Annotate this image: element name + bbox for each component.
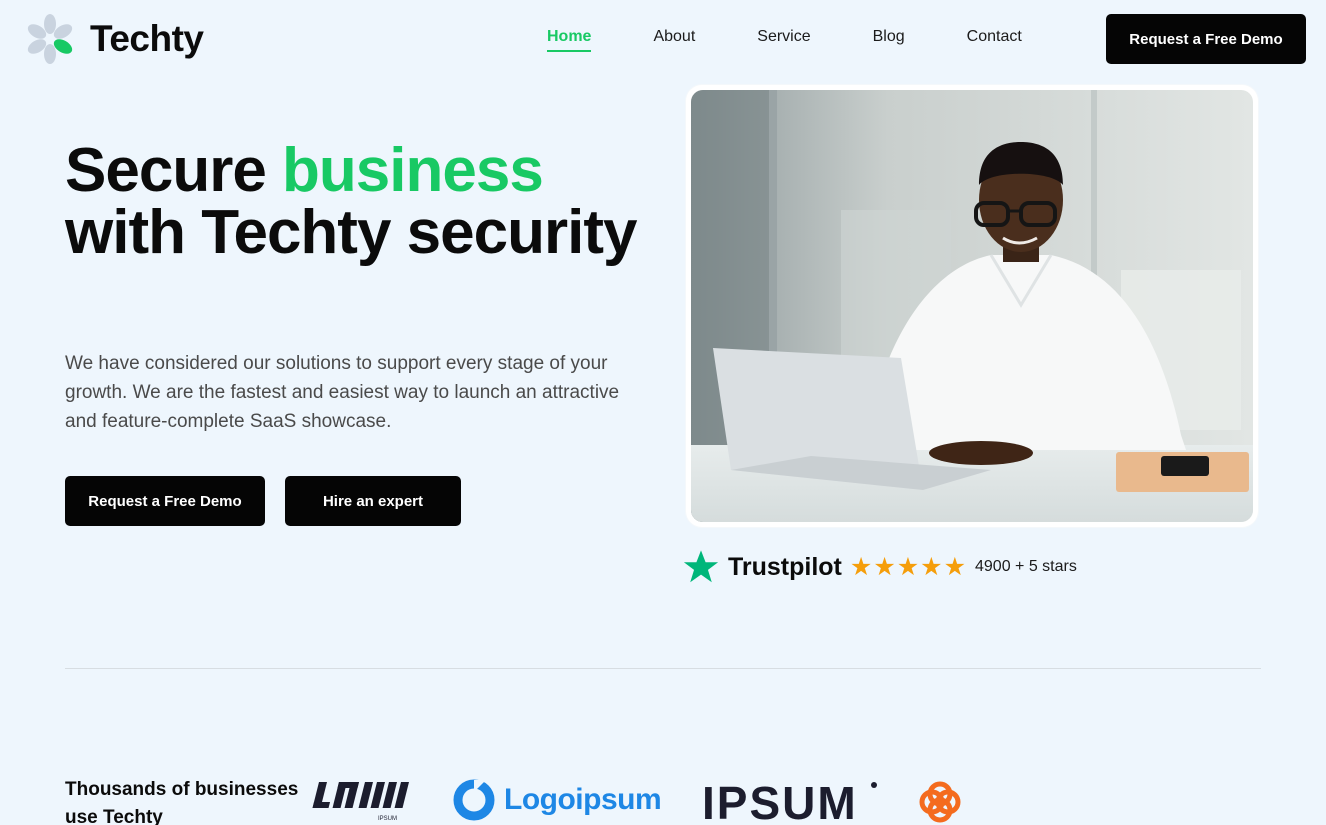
star-icon: ★ [943,552,966,581]
section-divider [65,668,1261,669]
rating-stars: ★ ★ ★ ★ ★ [849,552,967,581]
hero-description: We have considered our solutions to supp… [65,353,620,432]
client-logo-1: IPSUM [308,778,414,825]
logo-ipsum-stripes-icon: IPSUM [312,782,410,822]
nav-blog[interactable]: Blog [873,28,905,52]
nav-contact[interactable]: Contact [967,28,1022,52]
client-logo-4 [918,780,962,825]
client-logo-3: IPSUM [702,777,882,825]
flower-logo-icon [24,12,76,66]
trustpilot-name: Trustpilot [728,552,842,581]
page: Techty Home About Service Blog Contact R… [0,0,1326,825]
hero-title-part2: with Techty security [65,198,637,267]
hero-image-frame [686,85,1258,527]
hero-title: Secure business with Techty security [65,140,665,264]
hero-request-demo-button[interactable]: Request a Free Demo [65,476,265,526]
hero-photo [691,90,1253,522]
client-logo-2: Logoipsum [452,778,662,822]
star-icon: ★ [873,552,896,581]
nav-service[interactable]: Service [757,28,810,52]
trustpilot-star-icon [683,550,719,583]
hero-title-accent: business [282,136,544,205]
logo-1-caption: IPSUM [378,816,397,822]
star-icon: ★ [849,552,873,581]
header-request-demo-button[interactable]: Request a Free Demo [1106,14,1306,64]
ipsum-wordmark-icon: IPSUM [702,777,877,825]
main-nav: Home About Service Blog Contact [547,28,1084,52]
clients-label: Thousands of businesses use Techty [65,779,299,825]
hero-title-part1: Secure [65,136,283,205]
star-icon: ★ [920,552,943,581]
rating-count: 4900 + 5 stars [975,558,1077,575]
nav-about[interactable]: About [653,28,695,52]
logo-2-name: Logoipsum [504,783,662,816]
nav-home[interactable]: Home [547,28,592,52]
hire-expert-button[interactable]: Hire an expert [285,476,461,526]
brand-logo[interactable]: Techty [24,12,204,66]
trustpilot-rating: Trustpilot ★ ★ ★ ★ ★ 4900 + 5 stars [682,548,1077,586]
ring-logo-icon [453,779,495,821]
brand-name: Techty [90,18,204,59]
orange-knot-logo-icon [919,781,961,823]
star-icon: ★ [896,552,920,581]
logo-3-text: IPSUM [702,777,858,825]
